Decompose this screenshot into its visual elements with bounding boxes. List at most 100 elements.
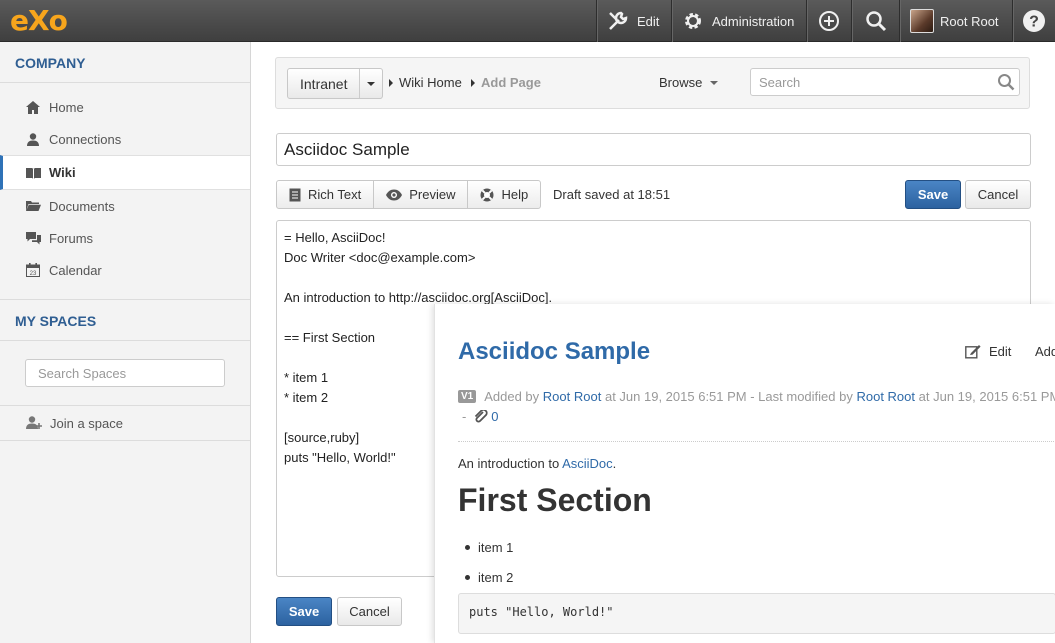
sidebar-item-wiki[interactable]: Wiki bbox=[0, 155, 250, 190]
page-title-input[interactable]: Asciidoc Sample bbox=[276, 133, 1031, 166]
cancel-button[interactable]: Cancel bbox=[965, 180, 1031, 209]
list-item-text: item 2 bbox=[478, 570, 514, 585]
space-switcher-dropdown[interactable]: Intranet bbox=[287, 68, 383, 99]
sidebar-item-label: Home bbox=[49, 99, 84, 115]
intro-text: An introduction to bbox=[458, 456, 560, 471]
search-icon[interactable] bbox=[997, 73, 1015, 91]
edit-menu-button[interactable]: Edit bbox=[596, 0, 669, 42]
preview-edit-button[interactable]: Edit bbox=[965, 344, 1011, 359]
editor-toolbar: Rich Text Preview Help bbox=[276, 180, 542, 209]
preview-panel: Asciidoc Sample Edit Add P V1 Added by R… bbox=[434, 304, 1055, 643]
asciidoc-link[interactable]: AsciiDoc bbox=[562, 456, 613, 471]
attachments-count[interactable]: 0 bbox=[491, 409, 498, 424]
left-sidebar: COMPANY Home Connections Wiki Documents … bbox=[0, 42, 251, 643]
editor-line: = Hello, AsciiDoc! bbox=[284, 230, 386, 245]
home-icon bbox=[24, 99, 42, 115]
list-item: item 1 bbox=[465, 540, 513, 555]
list-item-text: item 1 bbox=[478, 540, 514, 555]
sidebar-item-documents[interactable]: Documents bbox=[0, 190, 250, 222]
modifier-link[interactable]: Root Root bbox=[856, 389, 915, 404]
svg-text:23: 23 bbox=[30, 271, 37, 277]
svg-text:?: ? bbox=[1029, 14, 1039, 31]
help-button[interactable]: ? bbox=[1012, 0, 1055, 42]
breadcrumb-wiki-home[interactable]: Wiki Home bbox=[389, 75, 462, 90]
divider bbox=[458, 441, 1055, 442]
editor-line: [source,ruby] bbox=[284, 430, 360, 445]
search-placeholder: Search bbox=[759, 75, 801, 90]
bottom-cancel-button[interactable]: Cancel bbox=[337, 597, 402, 626]
draft-status: Draft saved at 18:51 bbox=[553, 187, 671, 202]
bottom-save-button[interactable]: Save bbox=[276, 597, 332, 626]
sidebar-item-calendar[interactable]: 23 Calendar bbox=[0, 254, 250, 286]
company-nav-list: Home Connections Wiki Documents Forums 2… bbox=[0, 83, 250, 286]
eye-icon bbox=[386, 189, 403, 200]
added-by-text: Added by bbox=[484, 389, 540, 404]
sidebar-item-label: Documents bbox=[49, 198, 115, 214]
help-icon: ? bbox=[1023, 10, 1045, 32]
author-link[interactable]: Root Root bbox=[543, 389, 602, 404]
wiki-navbar: Intranet Wiki Home Add Page Browse Searc… bbox=[275, 57, 1030, 109]
join-space-label: Join a space bbox=[50, 415, 123, 431]
editor-line: == First Section bbox=[284, 330, 376, 345]
exo-logo[interactable]: eXo bbox=[10, 4, 68, 37]
document-icon bbox=[289, 188, 301, 201]
list-item: item 2 bbox=[465, 570, 513, 585]
preview-edit-label: Edit bbox=[989, 344, 1012, 359]
help-label: Help bbox=[501, 187, 529, 202]
user-icon bbox=[24, 131, 42, 147]
breadcrumb-add-page: Add Page bbox=[471, 75, 541, 90]
administration-menu-button[interactable]: Administration bbox=[671, 0, 804, 42]
save-button[interactable]: Save bbox=[905, 180, 961, 209]
help-syntax-button[interactable]: Help bbox=[468, 181, 540, 208]
chat-icon bbox=[24, 230, 42, 246]
preview-label: Preview bbox=[409, 187, 456, 202]
preview-intro-paragraph: An introduction to AsciiDoc. bbox=[458, 456, 616, 471]
editor-line: * item 1 bbox=[284, 370, 329, 385]
preview-page-title: Asciidoc Sample bbox=[458, 338, 651, 365]
add-button[interactable] bbox=[806, 0, 851, 42]
editor-line: Doc Writer <doc@example.com> bbox=[284, 250, 476, 265]
edit-menu-label: Edit bbox=[637, 13, 660, 29]
sidebar-item-label: Connections bbox=[49, 131, 122, 147]
avatar bbox=[910, 9, 934, 33]
editor-line: * item 2 bbox=[284, 390, 329, 405]
code-block: puts "Hello, World!" bbox=[458, 593, 1055, 634]
user-name: Root Root bbox=[940, 13, 999, 29]
preview-add-page-button[interactable]: Add P bbox=[1035, 344, 1055, 359]
administration-menu-label: Administration bbox=[712, 13, 795, 29]
preview-section-heading: First Section bbox=[458, 482, 652, 518]
editor-line: An introduction to http://asciidoc.org[A… bbox=[284, 290, 553, 305]
sidebar-item-home[interactable]: Home bbox=[0, 91, 250, 123]
preview-button[interactable]: Preview bbox=[374, 181, 469, 208]
paperclip-icon[interactable] bbox=[474, 409, 488, 424]
search-button[interactable] bbox=[851, 0, 899, 42]
plus-circle-icon bbox=[819, 11, 839, 31]
user-menu-button[interactable]: Root Root bbox=[899, 0, 1012, 42]
caret-down-icon bbox=[710, 80, 719, 85]
browse-dropdown[interactable]: Browse bbox=[659, 75, 719, 90]
version-badge[interactable]: V1 bbox=[458, 390, 477, 403]
browse-label: Browse bbox=[659, 75, 703, 90]
divider bbox=[0, 405, 250, 406]
lifebuoy-icon bbox=[480, 188, 494, 201]
company-heading: COMPANY bbox=[0, 42, 250, 83]
sidebar-item-connections[interactable]: Connections bbox=[0, 123, 250, 155]
gear-icon bbox=[685, 13, 701, 29]
edit-icon bbox=[965, 345, 981, 359]
sidebar-item-label: Calendar bbox=[49, 262, 102, 278]
wiki-search-input[interactable]: Search bbox=[750, 68, 1020, 96]
intro-end: . bbox=[612, 456, 617, 471]
join-space-link[interactable]: Join a space bbox=[0, 407, 250, 439]
modified-at-text: at Jun 19, 2015 6:51 PM bbox=[918, 389, 1055, 404]
calendar-icon: 23 bbox=[24, 262, 42, 278]
breadcrumb-label: Wiki Home bbox=[399, 75, 462, 90]
rich-text-button[interactable]: Rich Text bbox=[277, 181, 375, 208]
chevron-down-icon bbox=[358, 69, 382, 98]
breadcrumb-arrow-icon bbox=[389, 78, 393, 87]
page-info-line: V1 Added by Root Root at Jun 19, 2015 6:… bbox=[458, 389, 1055, 404]
my-spaces-heading: MY SPACES bbox=[0, 300, 250, 341]
space-switcher-label: Intranet bbox=[300, 75, 348, 92]
search-spaces-input[interactable]: Search Spaces bbox=[25, 359, 225, 387]
added-at-text: at Jun 19, 2015 6:51 PM - Last modified … bbox=[604, 389, 853, 404]
sidebar-item-forums[interactable]: Forums bbox=[0, 222, 250, 254]
